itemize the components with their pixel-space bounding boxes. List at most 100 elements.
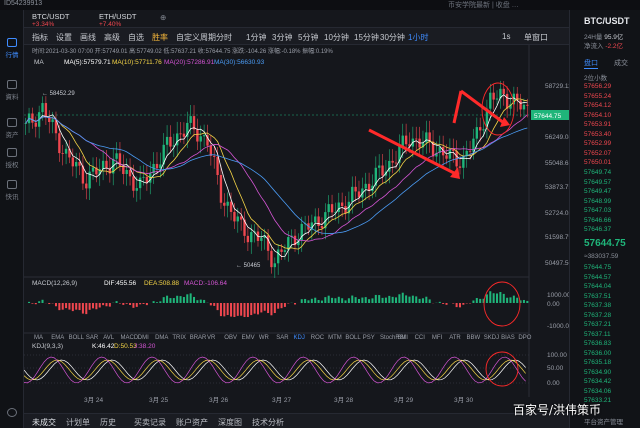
nav-item-market[interactable]: 行情 <box>0 38 24 59</box>
nav-item-assets[interactable]: 资产 <box>0 118 24 139</box>
toolbar-item[interactable]: 15分钟 <box>354 32 379 43</box>
order-book-row[interactable]: 57649.74 <box>584 169 611 176</box>
indicator-tab[interactable]: MACD <box>121 335 139 341</box>
indicator-tab[interactable]: OBV <box>224 335 237 341</box>
toolbar-item[interactable]: 5分钟 <box>298 32 318 43</box>
toolbar-single-window[interactable]: 单窗口 <box>524 32 548 43</box>
help-icon[interactable] <box>0 408 24 419</box>
indicator-tab[interactable]: VR <box>207 335 216 341</box>
toolbar-item[interactable]: 1小时 <box>408 32 428 43</box>
order-book-row[interactable]: 57634.42 <box>584 378 611 385</box>
bottom-tab[interactable]: 账户资产 <box>176 417 208 428</box>
macd-bar <box>357 298 360 303</box>
order-book-row[interactable]: 57652.99 <box>584 140 611 147</box>
order-book-row[interactable]: 57653.40 <box>584 131 611 138</box>
order-book-row[interactable]: 57653.91 <box>584 121 611 128</box>
toolbar-item[interactable]: 自定义周期 <box>176 32 216 43</box>
order-book-row[interactable]: 57652.07 <box>584 150 611 157</box>
toolbar-item[interactable]: 分时 <box>216 32 232 43</box>
indicator-tab[interactable]: SAR <box>276 335 289 341</box>
nav-item-news[interactable]: 快讯 <box>0 180 24 201</box>
notice-text[interactable]: 币安学院最新 | 收盘 … <box>448 0 519 10</box>
nav-item-info[interactable]: 資料 <box>0 80 24 101</box>
bottom-tab[interactable]: 计划单 <box>66 417 90 428</box>
toolbar-item[interactable]: 30分钟 <box>380 32 405 43</box>
indicator-tab[interactable]: MTM <box>328 335 342 341</box>
order-book-row[interactable]: 57634.06 <box>584 388 611 395</box>
bottom-tab[interactable]: 历史 <box>100 417 116 428</box>
order-book-row[interactable]: 57647.03 <box>584 207 611 214</box>
toolbar-item[interactable]: 指标 <box>32 32 48 43</box>
order-book-row[interactable]: 57654.10 <box>584 112 611 119</box>
indicator-tab[interactable]: EMV <box>242 335 255 341</box>
toolbar-item[interactable]: 胜率 <box>152 32 168 43</box>
toolbar-item[interactable]: 高级 <box>104 32 120 43</box>
order-book-row[interactable]: 57637.21 <box>584 321 611 328</box>
indicator-tab[interactable]: PSY <box>363 335 375 341</box>
macd-bar <box>381 297 384 303</box>
tab-trades[interactable]: 成交 <box>614 58 628 68</box>
order-book-row[interactable]: 57637.11 <box>584 331 611 338</box>
toolbar-item[interactable]: 自选 <box>128 32 144 43</box>
indicator-tab[interactable]: ATR <box>449 335 461 341</box>
bottom-tab[interactable]: 买卖记录 <box>134 417 166 428</box>
indicator-tab[interactable]: SKDJ <box>484 335 499 341</box>
toolbar-item[interactable]: 1分钟 <box>246 32 266 43</box>
order-book-row[interactable]: 57637.51 <box>584 293 611 300</box>
indicator-tab[interactable]: CCI <box>415 335 426 341</box>
toolbar-1s[interactable]: 1s <box>502 32 510 41</box>
order-book-row[interactable]: 57637.38 <box>584 302 611 309</box>
order-book-row[interactable]: 57634.90 <box>584 369 611 376</box>
price-chart[interactable]: 时间:2021-03-30 07:00 开:57749.01 高:57749.0… <box>24 45 569 405</box>
toolbar-item[interactable]: 设置 <box>56 32 72 43</box>
indicator-tab[interactable]: TRIX <box>172 335 186 341</box>
indicator-tab[interactable]: DMA <box>155 335 168 341</box>
tab-eth-usdt[interactable]: ETH/USDT +7.40% <box>99 12 137 28</box>
order-book-row[interactable]: 57636.00 <box>584 350 611 357</box>
order-book-row[interactable]: 57644.57 <box>584 274 611 281</box>
indicator-tab[interactable]: BBW <box>467 335 481 341</box>
indicator-tab[interactable]: BIAS <box>501 335 515 341</box>
indicator-tab[interactable]: KDJ <box>294 335 305 341</box>
order-book-row[interactable]: 57646.66 <box>584 217 611 224</box>
indicator-tab[interactable]: EMA <box>51 335 64 341</box>
indicator-tab[interactable]: MA <box>34 335 43 341</box>
macd-bar <box>71 303 74 312</box>
order-book-row[interactable]: 57644.04 <box>584 283 611 290</box>
indicator-tab[interactable]: DPO <box>518 335 531 341</box>
order-book-row[interactable]: 57656.29 <box>584 83 611 90</box>
depth-precision[interactable]: 2位小数 <box>584 72 607 82</box>
order-book-row[interactable]: 57649.57 <box>584 179 611 186</box>
indicator-tab[interactable]: SAR <box>86 335 99 341</box>
bottom-tab[interactable]: 深度图 <box>218 417 242 428</box>
order-book-row[interactable]: 57644.75 <box>584 264 611 271</box>
indicator-tab[interactable]: WR <box>259 335 270 341</box>
indicator-tab[interactable]: MFI <box>432 335 443 341</box>
order-book-row[interactable]: 57637.28 <box>584 312 611 319</box>
order-book-row[interactable]: 57649.47 <box>584 188 611 195</box>
order-book-row[interactable]: 57636.83 <box>584 340 611 347</box>
order-book-row[interactable]: 57648.99 <box>584 198 611 205</box>
order-book-row[interactable]: 57654.12 <box>584 102 611 109</box>
bottom-tab[interactable]: 未成交 <box>32 417 56 428</box>
add-tab-icon[interactable]: ⊕ <box>160 13 166 22</box>
toolbar-item[interactable]: 3分钟 <box>272 32 292 43</box>
nav-item-auth[interactable]: 授权 <box>0 148 24 169</box>
order-book-row[interactable]: 57655.24 <box>584 93 611 100</box>
indicator-tab[interactable]: BOLL <box>69 335 85 341</box>
indicator-tab[interactable]: AVL <box>103 335 115 341</box>
tab-order-book[interactable]: 盘口 <box>584 58 598 69</box>
toolbar-item[interactable]: 10分钟 <box>324 32 349 43</box>
order-book-row[interactable]: 57650.01 <box>584 159 611 166</box>
indicator-tab[interactable]: BRAR <box>190 335 207 341</box>
account-id: ID54239913 <box>4 0 43 7</box>
tab-btc-usdt[interactable]: BTC/USDT +3.34% <box>32 12 70 28</box>
bottom-tab[interactable]: 技术分析 <box>252 417 284 428</box>
indicator-tab[interactable]: ROC <box>311 335 325 341</box>
order-book-row[interactable]: 57646.37 <box>584 226 611 233</box>
toolbar-item[interactable]: 画线 <box>80 32 96 43</box>
indicator-tab[interactable]: BOLL <box>345 335 361 341</box>
indicator-tab[interactable]: DMI <box>138 335 149 341</box>
order-book-row[interactable]: 57635.18 <box>584 359 611 366</box>
indicator-tab[interactable]: SMI <box>397 335 408 341</box>
